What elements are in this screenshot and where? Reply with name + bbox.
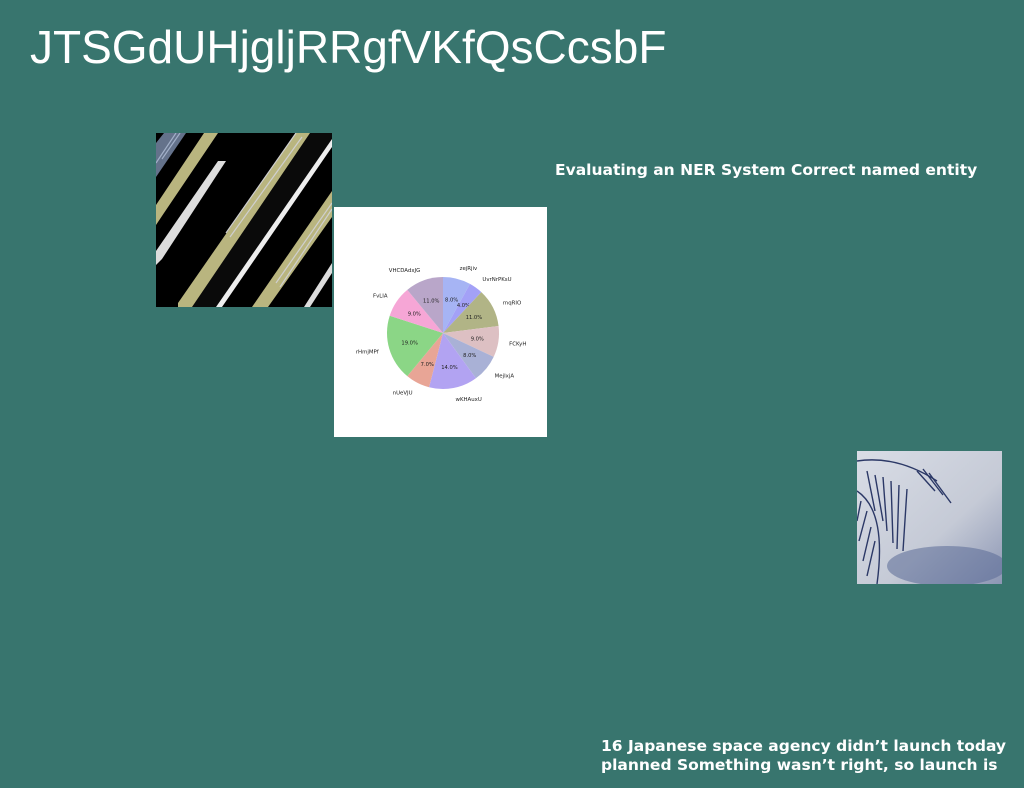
pie-pct-FvLIA: 9.0% [408,311,421,317]
fern-image [857,451,1002,584]
page-title: JTSGdUHjgljRRgfVKfQsCcsbF [30,21,667,73]
pie-chart: zejRjiv 8.0% UvrNrPKsU 4.0% rnqRIO 11.0% FCKyH… [334,207,547,437]
pie-label-MejIxjA: MejIxjA [495,374,515,380]
pie-label-wKHAuxU: wKHAuxU [456,397,482,403]
pie-pct-wKHAuxU: 14.0% [441,365,458,371]
ner-caption: Evaluating an NER System Correct named e… [555,161,978,179]
pie-pct-nUeVJU: 7.0% [421,362,434,368]
pie-label-nUeVJU: nUeVJU [393,391,413,397]
pie-pct-VHCDAdxJG: 11.0% [423,298,440,304]
news-caption: 16 Japanese space agency didn’t launch t… [601,737,1006,775]
pie-label-zejRjiv: zejRjiv [460,266,478,272]
news-caption-line1: 16 Japanese space agency didn’t launch t… [601,737,1007,755]
pie-label-UvrNrPKsU: UvrNrPKsU [482,277,511,283]
building-balconies-image [156,133,332,307]
pie-pct-FCKyH: 9.0% [471,336,484,342]
pie-pct-rHmjMPf: 19.0% [401,341,418,347]
news-caption-line2: planned Something wasn’t right, so launc… [601,756,998,774]
pie-label-VHCDAdxJG: VHCDAdxJG [389,268,421,274]
pie-pct-MejIxjA: 8.0% [463,353,476,359]
pie-label-rHmjMPf: rHmjMPf [356,350,379,356]
pie-pct-rnqRIO: 11.0% [466,315,483,321]
pie-label-FvLIA: FvLIA [373,293,388,299]
pie-label-rnqRIO: rnqRIO [503,301,522,307]
pie-label-FCKyH: FCKyH [509,341,526,347]
